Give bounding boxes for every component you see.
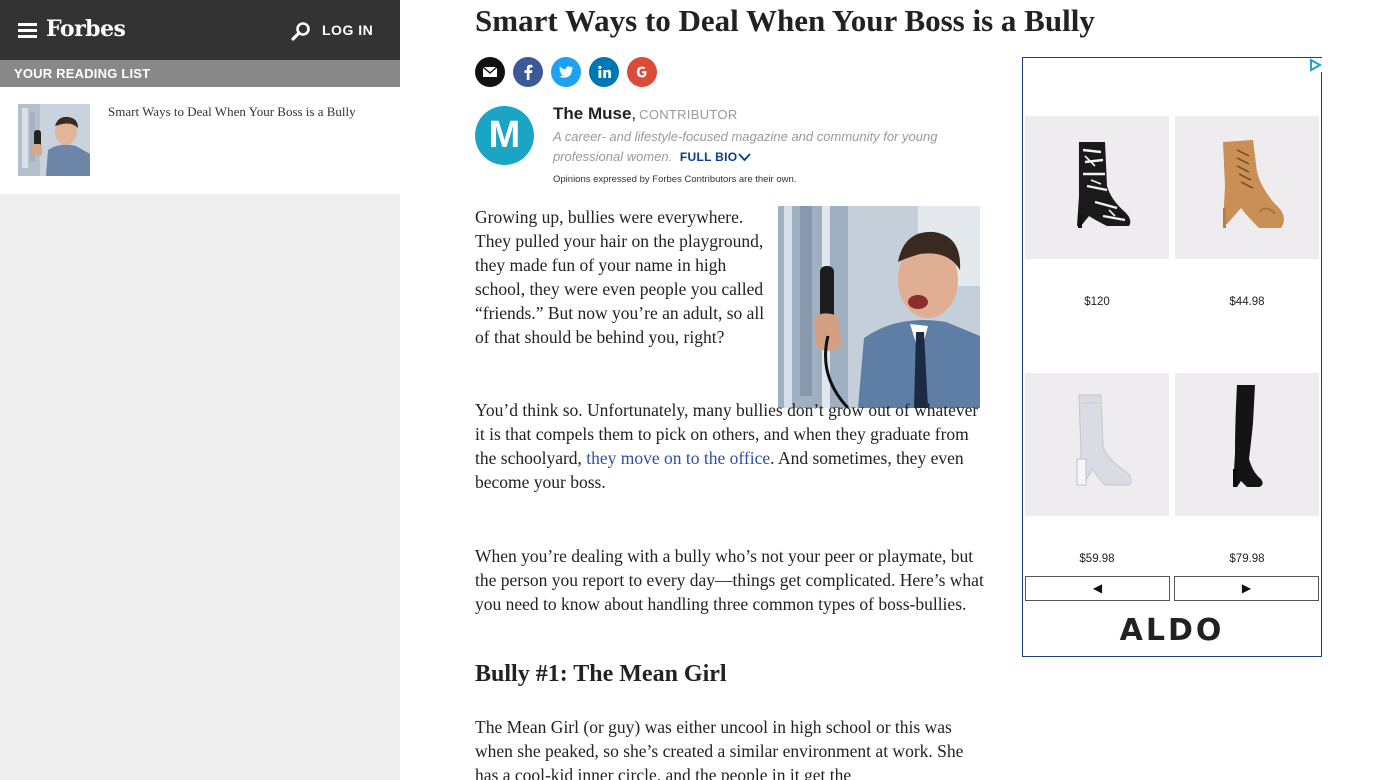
ad-next-button[interactable]: ▶ xyxy=(1174,576,1319,601)
email-share-button[interactable] xyxy=(475,57,505,87)
author-name[interactable]: The Muse xyxy=(553,104,631,123)
adchoices-icon[interactable] xyxy=(1308,58,1323,72)
author-role: CONTRIBUTOR xyxy=(639,107,738,122)
reading-list-item-title[interactable]: Smart Ways to Deal When Your Boss is a B… xyxy=(108,104,368,120)
facebook-icon xyxy=(524,64,533,80)
product-price[interactable]: $120 xyxy=(1025,296,1169,308)
envelope-icon xyxy=(482,66,498,77)
ad-prev-button[interactable]: ◀ xyxy=(1025,576,1170,601)
product-tile-black-over-knee-boot[interactable] xyxy=(1175,373,1319,516)
arrow-left-icon: ◀ xyxy=(1092,581,1103,595)
twitter-share-button[interactable] xyxy=(551,57,581,87)
aldo-logo[interactable]: ALDO xyxy=(1023,613,1321,648)
author-description: A career- and lifestyle-focused magazine… xyxy=(553,127,973,167)
google-plus-icon xyxy=(636,66,647,78)
sidebar: Forbes LOG IN YOUR READING LIST Smart Wa… xyxy=(0,0,400,780)
facebook-share-button[interactable] xyxy=(513,57,543,87)
patterned-ankle-boot-icon xyxy=(1025,116,1169,259)
article-title: Smart Ways to Deal When Your Boss is a B… xyxy=(475,3,1095,38)
login-button[interactable]: LOG IN xyxy=(322,22,373,38)
section-heading: Bully #1: The Mean Girl xyxy=(475,661,727,687)
forbes-logo[interactable]: Forbes xyxy=(46,16,126,42)
product-price[interactable]: $44.98 xyxy=(1175,296,1319,308)
article-photo xyxy=(778,206,980,408)
aldo-ad: $120 $44.98 $59.98 $79.98 ◀ ▶ ALDO xyxy=(1022,57,1323,657)
reading-list-thumbnail[interactable] xyxy=(18,104,90,176)
search-icon[interactable] xyxy=(291,21,311,41)
menu-icon[interactable] xyxy=(18,23,37,38)
office-bullies-link[interactable]: they move on to the office xyxy=(586,448,770,468)
arrow-right-icon: ▶ xyxy=(1241,581,1252,595)
full-bio-button[interactable]: FULL BIO xyxy=(680,150,752,164)
product-price[interactable]: $59.98 xyxy=(1025,553,1169,565)
reading-list-header: YOUR READING LIST xyxy=(0,60,400,87)
tan-lace-up-bootie-icon xyxy=(1175,116,1319,259)
author-avatar[interactable]: M xyxy=(475,106,534,165)
white-sock-boot-icon xyxy=(1025,373,1169,516)
linkedin-icon xyxy=(598,65,611,78)
google-plus-share-button[interactable] xyxy=(627,57,657,87)
product-tile-white-sock-boot[interactable] xyxy=(1025,373,1169,516)
top-nav-bar: Forbes LOG IN xyxy=(0,0,400,60)
article-paragraph: You’d think so. Unfortunately, many bull… xyxy=(475,398,980,494)
reading-list-panel: Smart Ways to Deal When Your Boss is a B… xyxy=(0,87,400,194)
chevron-down-icon xyxy=(738,153,752,162)
black-over-knee-boot-icon xyxy=(1175,373,1319,516)
twitter-icon xyxy=(559,66,573,78)
full-bio-label: FULL BIO xyxy=(679,150,738,164)
contributor-disclaimer: Opinions expressed by Forbes Contributor… xyxy=(553,174,797,185)
author-line: The Muse, CONTRIBUTOR xyxy=(553,104,738,124)
article-paragraph: When you’re dealing with a bully who’s n… xyxy=(475,546,984,614)
linkedin-share-button[interactable] xyxy=(589,57,619,87)
article-paragraph: Growing up, bullies were everywhere. The… xyxy=(475,207,765,347)
product-tile-tan-lace-up-bootie[interactable] xyxy=(1175,116,1319,259)
article-paragraph: The Mean Girl (or guy) was either uncool… xyxy=(475,717,964,780)
author-separator: , xyxy=(631,104,637,123)
product-price[interactable]: $79.98 xyxy=(1175,553,1319,565)
product-tile-patterned-ankle-boot[interactable] xyxy=(1025,116,1169,259)
